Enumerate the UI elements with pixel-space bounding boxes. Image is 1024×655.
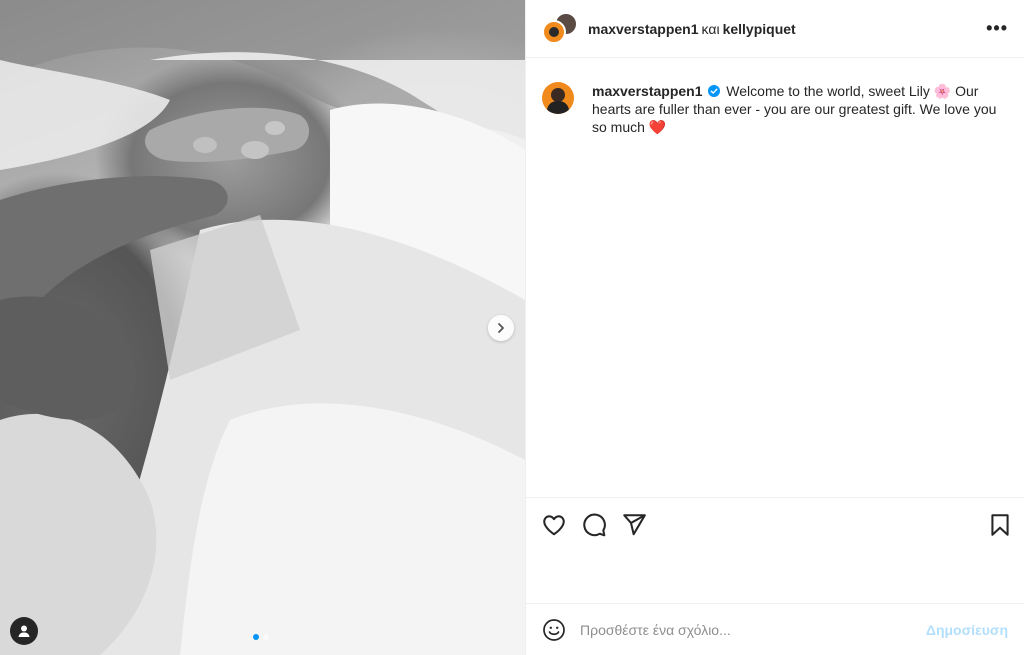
post-image[interactable] bbox=[0, 0, 525, 655]
comment-input[interactable] bbox=[580, 621, 916, 638]
caption-avatar[interactable] bbox=[542, 82, 574, 114]
chevron-right-icon bbox=[498, 323, 504, 333]
avatar-maxverstappen1[interactable] bbox=[542, 19, 566, 44]
baby-hand-photo bbox=[0, 0, 525, 655]
user-icon bbox=[18, 625, 30, 637]
post-side-panel: maxverstappen1 και kellypiquet ••• maxvers… bbox=[525, 0, 1024, 655]
bookmark-save-icon[interactable] bbox=[987, 512, 1013, 538]
header-username-primary[interactable]: maxverstappen1 bbox=[588, 21, 699, 37]
add-comment-bar: Δημοσίευση bbox=[526, 603, 1024, 655]
comment-icon[interactable] bbox=[581, 512, 607, 538]
action-bar bbox=[526, 497, 1024, 603]
header-separator: και bbox=[701, 20, 720, 37]
tagged-users-button[interactable] bbox=[10, 617, 38, 645]
carousel-indicator bbox=[253, 634, 269, 640]
heart-emoji: ❤️ bbox=[648, 119, 667, 135]
carousel-dot-active bbox=[253, 634, 259, 640]
post-header: maxverstappen1 και kellypiquet ••• bbox=[526, 0, 1024, 58]
flower-emoji: 🌸 bbox=[933, 83, 952, 99]
more-options-button[interactable]: ••• bbox=[986, 18, 1008, 39]
collab-avatars[interactable] bbox=[542, 11, 578, 46]
post-comment-button[interactable]: Δημοσίευση bbox=[926, 622, 1008, 638]
caption-body-1: Welcome to the world, sweet Lily bbox=[726, 83, 930, 99]
header-usernames: maxverstappen1 και kellypiquet bbox=[588, 21, 796, 37]
like-heart-icon[interactable] bbox=[541, 512, 567, 538]
share-send-icon[interactable] bbox=[621, 512, 647, 538]
header-username-secondary[interactable]: kellypiquet bbox=[723, 21, 796, 37]
next-image-button[interactable] bbox=[488, 315, 514, 341]
verified-badge-icon bbox=[708, 85, 721, 97]
caption-username[interactable]: maxverstappen1 bbox=[592, 83, 703, 99]
caption-text: maxverstappen1 Welcome to the world, swe… bbox=[592, 82, 1008, 136]
emoji-smiley-icon[interactable] bbox=[542, 618, 566, 642]
carousel-dot bbox=[263, 634, 269, 640]
post-caption: maxverstappen1 Welcome to the world, swe… bbox=[526, 58, 1024, 136]
